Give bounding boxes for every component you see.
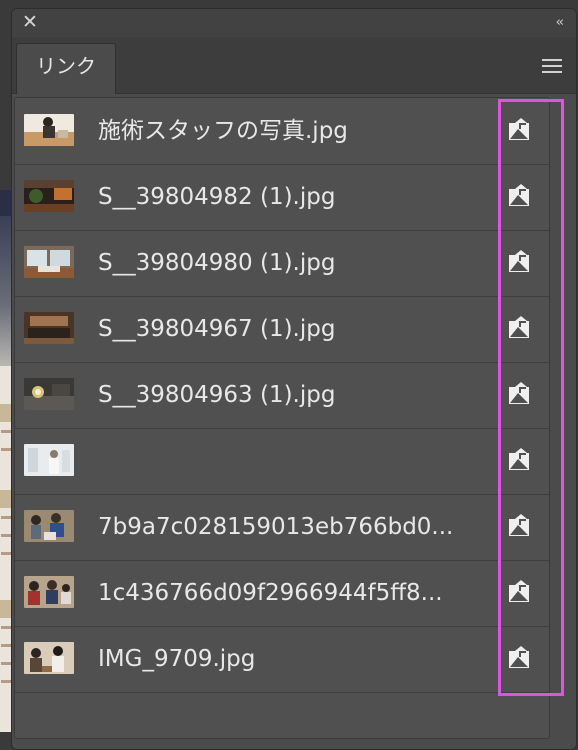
link-filename: S__39804980 (1).jpg: [98, 250, 336, 276]
link-row[interactable]: 1c436766d09f2966944f5ff8...: [15, 560, 549, 627]
link-filename: S__39804967 (1).jpg: [98, 316, 336, 342]
link-thumbnail: [24, 576, 74, 608]
link-thumbnail: [24, 312, 74, 344]
tab-bar: リンク: [12, 37, 576, 94]
link-filename: IMG_9709.jpg: [98, 646, 256, 672]
link-thumbnail: [24, 642, 74, 674]
link-filename: S__39804963 (1).jpg: [98, 382, 336, 408]
embedded-link-icon[interactable]: [507, 184, 531, 208]
link-filename: 7b9a7c028159013eb766bd0...: [98, 514, 454, 540]
close-icon[interactable]: ✕: [22, 13, 38, 32]
tab-links[interactable]: リンク: [16, 43, 116, 94]
embedded-link-icon[interactable]: [507, 382, 531, 406]
link-filename: S__39804982 (1).jpg: [98, 184, 336, 210]
embedded-link-icon[interactable]: [507, 514, 531, 538]
link-row[interactable]: 施術スタッフの写真.jpg: [15, 98, 549, 165]
embedded-link-icon[interactable]: [507, 448, 531, 472]
link-row[interactable]: S__39804982 (1).jpg: [15, 164, 549, 231]
panel-menu-icon[interactable]: [542, 59, 562, 77]
link-row[interactable]: S__39804963 (1).jpg: [15, 362, 549, 429]
link-row[interactable]: 7b9a7c028159013eb766bd0...: [15, 494, 549, 561]
link-row[interactable]: IMG_9709.jpg: [15, 626, 549, 693]
link-row[interactable]: S__39804980 (1).jpg: [15, 230, 549, 297]
embedded-link-icon[interactable]: [507, 580, 531, 604]
link-filename: 1c436766d09f2966944f5ff8...: [98, 580, 443, 606]
embedded-link-icon[interactable]: [507, 250, 531, 274]
link-thumbnail: [24, 510, 74, 542]
link-thumbnail: [24, 114, 74, 146]
link-thumbnail: [24, 378, 74, 410]
link-thumbnail: [24, 246, 74, 278]
embedded-link-icon[interactable]: [507, 316, 531, 340]
panel-titlebar: ✕ ‹‹: [12, 9, 576, 37]
collapse-panel-icon[interactable]: ‹‹: [556, 15, 565, 30]
embedded-link-icon[interactable]: [507, 118, 531, 142]
link-thumbnail: [24, 180, 74, 212]
link-row[interactable]: S__39804967 (1).jpg: [15, 296, 549, 363]
embedded-link-icon[interactable]: [507, 646, 531, 670]
link-row[interactable]: [15, 428, 549, 495]
link-thumbnail: [24, 444, 74, 476]
link-filename: 施術スタッフの写真.jpg: [98, 118, 348, 144]
links-list: 施術スタッフの写真.jpg S__39804982 (1).jpg S__39804…: [14, 97, 550, 739]
